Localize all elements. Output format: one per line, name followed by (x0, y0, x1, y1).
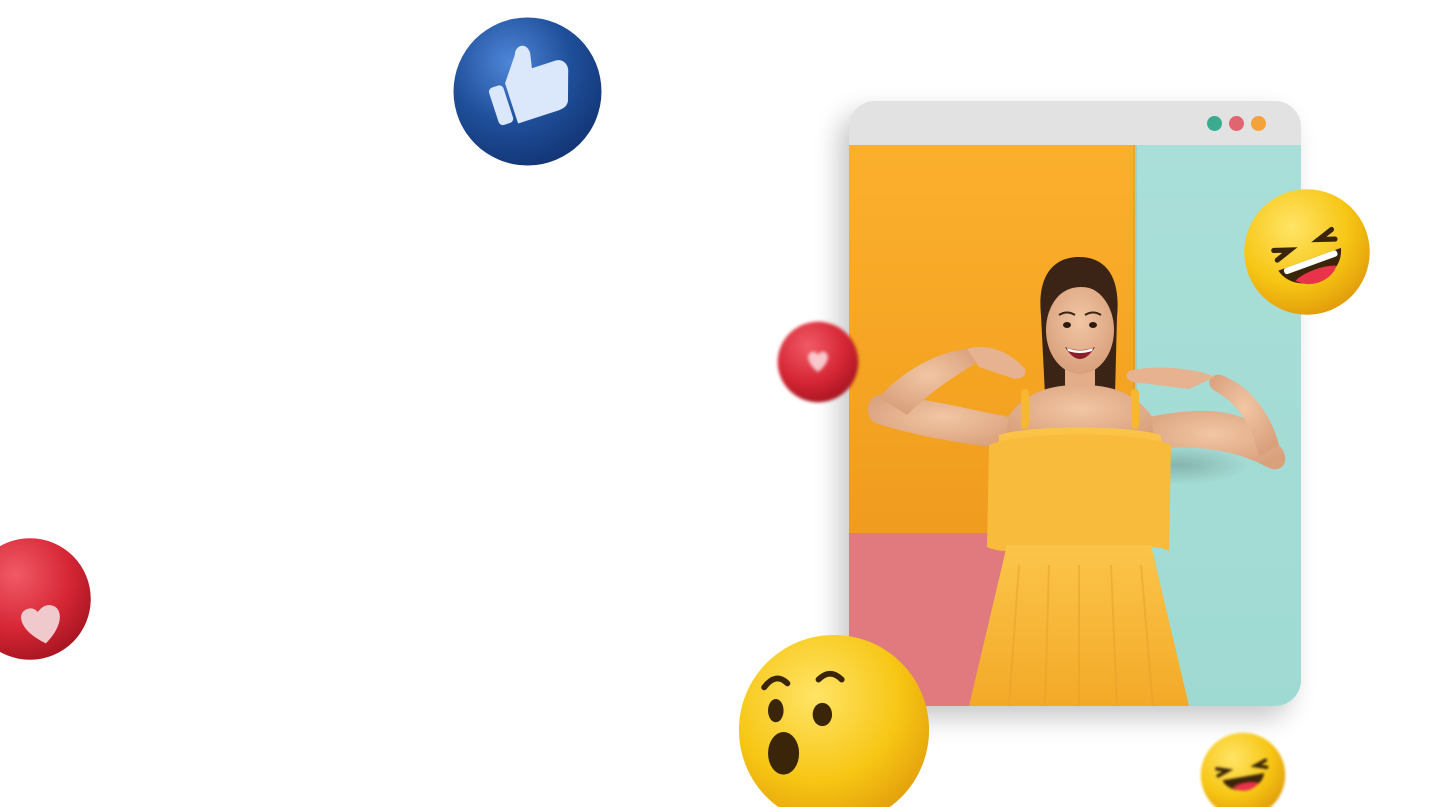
person-figure (867, 257, 1286, 706)
heart-icon (777, 321, 859, 403)
window-dot-red (1229, 116, 1244, 131)
browser-titlebar (849, 101, 1301, 145)
window-dot-green (1207, 116, 1222, 131)
browser-window-mockup (849, 101, 1301, 706)
thumbs-up-icon (453, 17, 602, 166)
hero-stage (0, 0, 1440, 807)
heart-icon (0, 538, 91, 660)
hero-photo (849, 145, 1301, 706)
laughing-face-icon (1200, 732, 1286, 807)
window-dot-orange (1251, 116, 1266, 131)
surprised-face-icon (738, 634, 930, 807)
laughing-face-icon (1244, 189, 1370, 315)
